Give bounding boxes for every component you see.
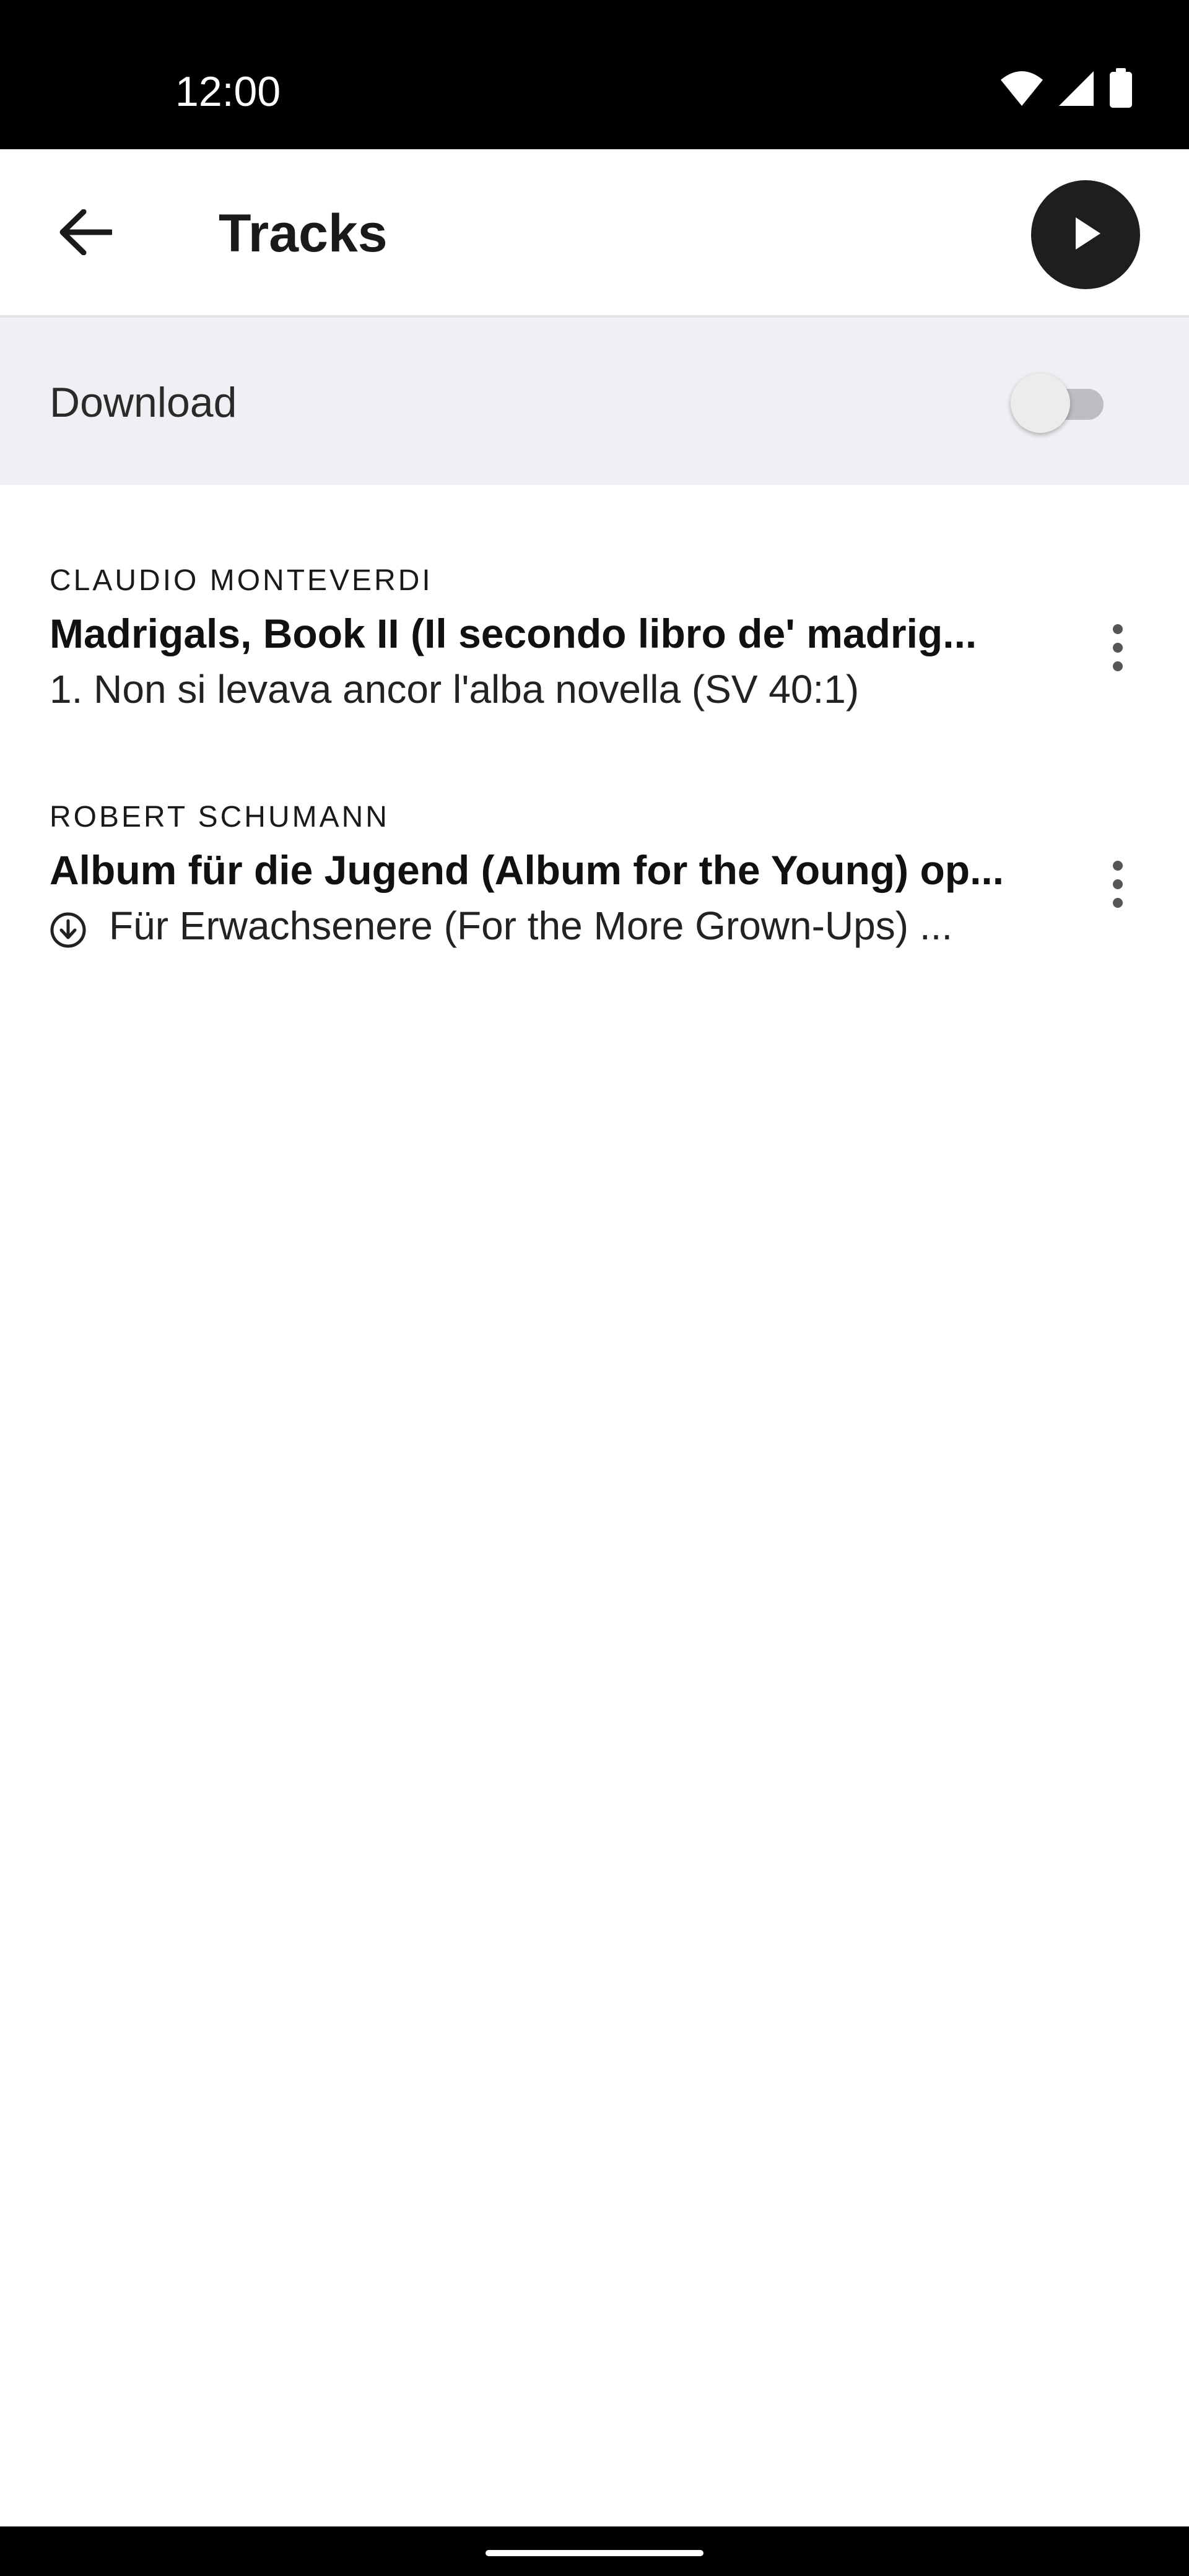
- toggle-thumb: [1011, 373, 1070, 433]
- status-bar: 12:00: [0, 0, 1189, 149]
- downloaded-icon: [50, 907, 87, 948]
- download-row: Download: [0, 318, 1189, 485]
- status-time: 12:00: [175, 68, 281, 115]
- track-more-button[interactable]: [1087, 855, 1149, 916]
- track-item[interactable]: CLAUDIO MONTEVERDI Madrigals, Book II (I…: [0, 562, 1189, 785]
- download-label: Download: [50, 379, 237, 426]
- page-title: Tracks: [219, 204, 388, 263]
- track-subtitle-text: Für Erwachsenere (For the More Grown-Ups…: [109, 903, 953, 948]
- tracks-screen: 12:00 Tracks Download CLAUDIO MONTEVERDI…: [0, 0, 1189, 2576]
- navigation-bar: [0, 2526, 1189, 2576]
- battery-icon: [1108, 68, 1133, 112]
- play-all-button[interactable]: [1031, 180, 1140, 289]
- app-bar: Tracks: [0, 149, 1189, 318]
- arrow-left-icon: [59, 209, 114, 258]
- track-subtitle: Für Erwachsenere (For the More Grown-Ups…: [50, 898, 1040, 954]
- track-title: Madrigals, Book II (Il secondo libro de'…: [50, 611, 977, 656]
- play-icon: [1067, 214, 1104, 256]
- home-gesture-handle[interactable]: [486, 2550, 703, 2556]
- track-subtitle: 1. Non si levava ancor l'alba novella (S…: [50, 661, 1040, 717]
- download-toggle[interactable]: [1011, 373, 1108, 433]
- track-composer: ROBERT SCHUMANN: [50, 801, 390, 833]
- status-icons: [1000, 68, 1133, 112]
- track-subtitle-text: 1. Non si levava ancor l'alba novella (S…: [50, 667, 860, 711]
- track-composer: CLAUDIO MONTEVERDI: [50, 564, 433, 597]
- back-button[interactable]: [43, 191, 128, 276]
- track-more-button[interactable]: [1087, 618, 1149, 680]
- more-vert-icon: [1112, 623, 1124, 676]
- track-item[interactable]: ROBERT SCHUMANN Album für die Jugend (Al…: [0, 799, 1189, 1022]
- cellular-signal-icon: [1058, 70, 1095, 110]
- wifi-icon: [1000, 70, 1044, 110]
- track-title: Album für die Jugend (Album for the Youn…: [50, 847, 1004, 893]
- more-vert-icon: [1112, 859, 1124, 912]
